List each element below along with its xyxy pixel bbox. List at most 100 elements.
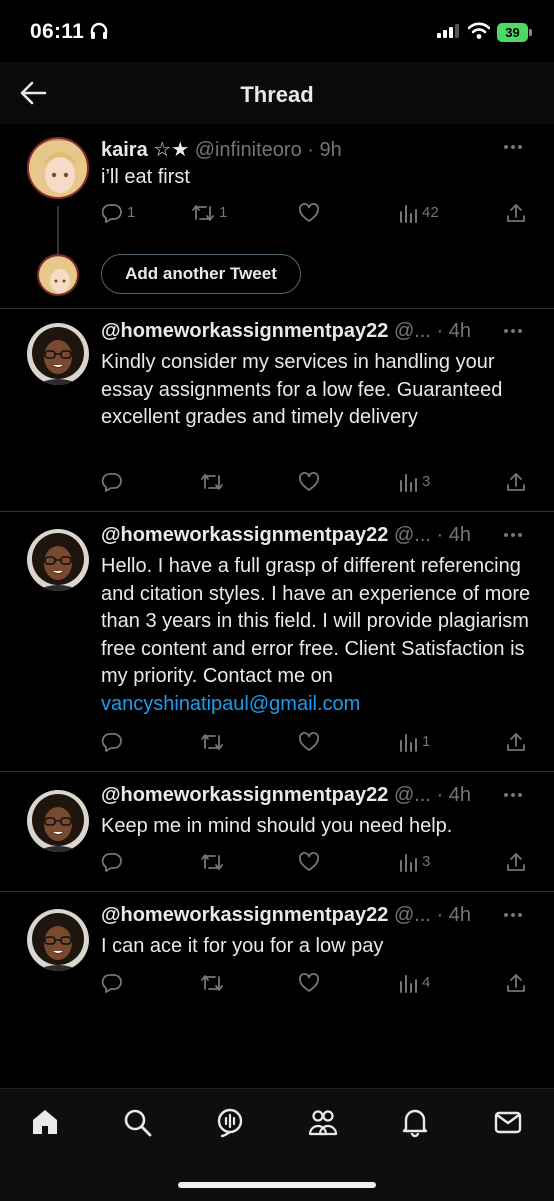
like-button[interactable]	[298, 201, 320, 225]
reply-icon	[101, 733, 122, 752]
reply-tweet[interactable]: @homeworkassignmentpay22 @... · 4h Hello…	[0, 512, 554, 771]
tweet-time: 9h	[319, 139, 342, 161]
retweet-button[interactable]	[200, 470, 224, 494]
cellular-signal-icon	[437, 24, 459, 38]
retweet-icon	[201, 734, 223, 750]
reply-count: 1	[127, 204, 136, 222]
author-name[interactable]: @homeworkassignmentpay22	[101, 524, 388, 546]
tweet-time: 4h	[448, 524, 471, 546]
email-link[interactable]: vancyshinatipaul@gmail.com	[101, 693, 360, 715]
more-options-icon[interactable]	[504, 145, 526, 151]
share-button[interactable]	[505, 201, 527, 225]
share-icon	[507, 853, 525, 871]
tweet-actions: 1 1 42	[101, 201, 531, 225]
views-button[interactable]: 4	[398, 971, 430, 995]
avatar-kaira[interactable]	[27, 137, 89, 199]
author-handle[interactable]: @...	[394, 784, 431, 806]
avatar-homeworkassignmentpay22[interactable]	[27, 529, 89, 591]
author-name[interactable]: kaira ☆★	[101, 139, 189, 161]
views-count: 3	[422, 473, 431, 491]
retweet-button[interactable]: 1	[191, 201, 227, 225]
avatar-homeworkassignmentpay22[interactable]	[27, 909, 89, 971]
reply-icon	[101, 974, 122, 993]
like-button[interactable]	[298, 971, 320, 995]
views-button[interactable]: 1	[398, 730, 430, 754]
status-bar: 06:11 39	[0, 0, 554, 62]
battery-cap	[529, 29, 532, 36]
reply-button[interactable]	[101, 730, 123, 754]
like-button[interactable]	[298, 730, 320, 754]
thread-line	[57, 206, 59, 254]
time-separator: ·	[307, 139, 314, 161]
time-separator: ·	[436, 320, 444, 342]
status-time: 06:11	[30, 20, 85, 43]
reply-icon	[101, 473, 122, 492]
more-options-icon[interactable]	[504, 793, 526, 799]
avatar-homeworkassignmentpay22[interactable]	[27, 323, 89, 385]
tweet-time: 4h	[448, 784, 471, 806]
reply-icon	[101, 853, 122, 872]
author-handle[interactable]: @...	[394, 320, 431, 342]
retweet-icon	[192, 205, 214, 221]
more-options-icon[interactable]	[504, 913, 526, 919]
tweet-text: I can ace it for you for a low pay	[101, 935, 384, 957]
header: Thread	[0, 62, 554, 124]
retweet-button[interactable]	[200, 850, 224, 874]
tweet-header: @homeworkassignmentpay22 @... · 4h	[101, 524, 526, 550]
share-button[interactable]	[505, 971, 527, 995]
reply-button[interactable]	[101, 850, 123, 874]
share-button[interactable]	[505, 730, 527, 754]
views-button[interactable]: 42	[398, 201, 439, 225]
tweet-header: @homeworkassignmentpay22 @... · 4h	[101, 320, 526, 346]
home-icon[interactable]	[29, 1106, 61, 1138]
tweet-actions: 4	[101, 971, 531, 995]
reply-button[interactable]	[101, 971, 123, 995]
spaces-icon[interactable]	[214, 1106, 246, 1138]
headphones-icon	[90, 22, 108, 39]
share-button[interactable]	[505, 850, 527, 874]
add-another-tweet-button[interactable]: Add another Tweet	[101, 254, 301, 294]
battery-level: 39	[497, 23, 528, 42]
time-separator: ·	[436, 784, 444, 806]
author-handle[interactable]: @...	[394, 524, 431, 546]
like-button[interactable]	[298, 470, 320, 494]
author-name[interactable]: @homeworkassignmentpay22	[101, 904, 388, 926]
views-count: 4	[422, 974, 431, 992]
author-handle[interactable]: @infiniteoro	[195, 139, 302, 161]
notifications-icon[interactable]	[399, 1106, 431, 1138]
views-count: 3	[422, 853, 431, 871]
reply-button[interactable]: 1	[101, 201, 135, 225]
tweet-text: i’ll eat first	[101, 166, 190, 188]
author-handle[interactable]: @...	[394, 904, 431, 926]
messages-icon[interactable]	[492, 1106, 524, 1138]
views-icon	[400, 474, 417, 493]
views-button[interactable]: 3	[398, 850, 430, 874]
tweet-text: Hello. I have a full grasp of different …	[101, 553, 531, 718]
reply-tweet[interactable]: @homeworkassignmentpay22 @... · 4h I can…	[0, 892, 554, 1012]
search-icon[interactable]	[121, 1106, 153, 1138]
heart-icon	[299, 203, 319, 222]
reply-button[interactable]	[101, 470, 123, 494]
retweet-button[interactable]	[200, 730, 224, 754]
heart-icon	[299, 852, 319, 871]
home-indicator	[178, 1182, 376, 1188]
author-name[interactable]: @homeworkassignmentpay22	[101, 784, 388, 806]
author-name[interactable]: @homeworkassignmentpay22	[101, 320, 388, 342]
tweet-actions: 1	[101, 730, 531, 754]
reply-tweet[interactable]: @homeworkassignmentpay22 @... · 4h Kindl…	[0, 309, 554, 511]
views-button[interactable]: 3	[398, 470, 430, 494]
share-button[interactable]	[505, 470, 527, 494]
share-icon	[507, 204, 525, 222]
views-icon	[400, 734, 417, 753]
more-options-icon[interactable]	[504, 329, 526, 335]
share-icon	[507, 974, 525, 992]
tweet-header: @homeworkassignmentpay22 @... · 4h	[101, 784, 526, 810]
heart-icon	[299, 732, 319, 751]
views-icon	[400, 205, 417, 224]
avatar-homeworkassignmentpay22[interactable]	[27, 790, 89, 852]
like-button[interactable]	[298, 850, 320, 874]
more-options-icon[interactable]	[504, 533, 526, 539]
communities-icon[interactable]	[307, 1106, 339, 1138]
reply-tweet[interactable]: @homeworkassignmentpay22 @... · 4h Keep …	[0, 772, 554, 891]
retweet-button[interactable]	[200, 971, 224, 995]
